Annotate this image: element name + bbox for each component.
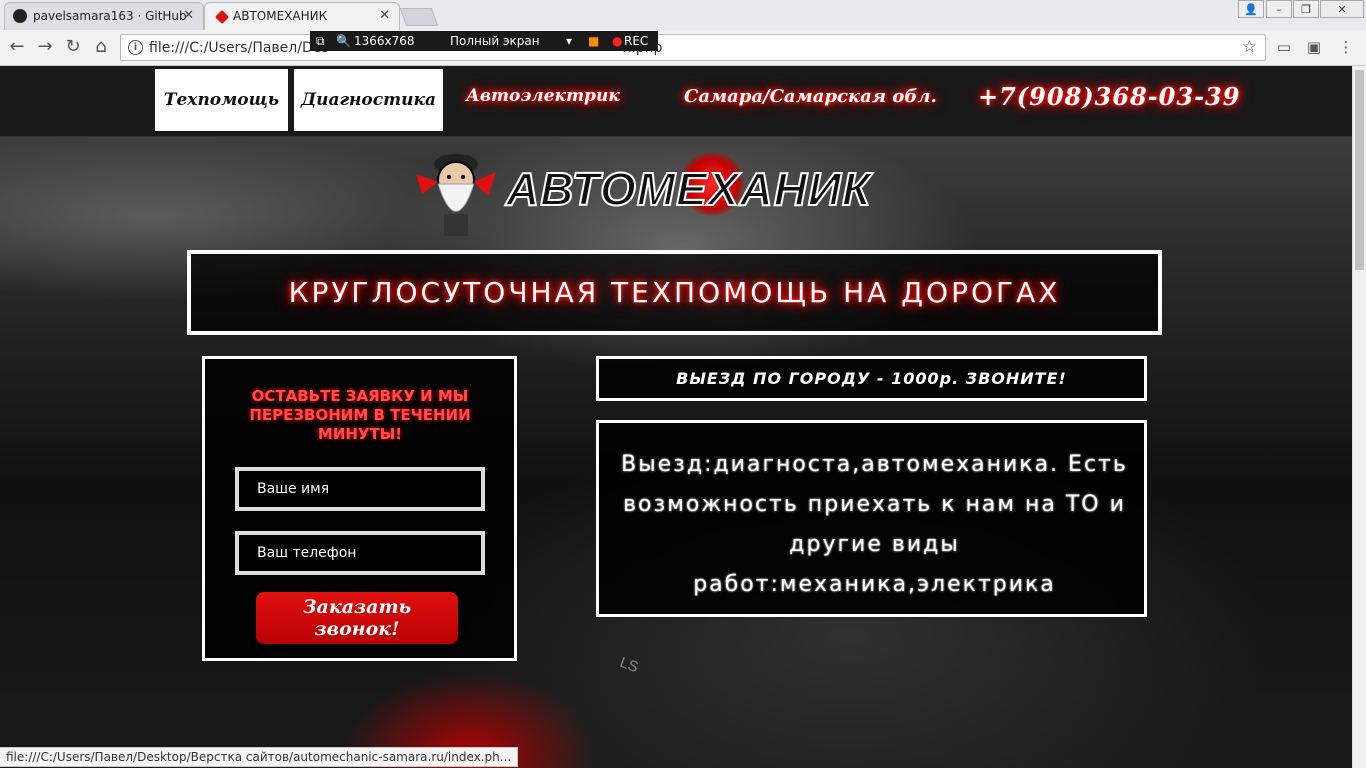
nav-autoelectric[interactable]: Автоэлектрик xyxy=(466,86,620,106)
back-arrow-icon[interactable]: ← xyxy=(6,36,28,58)
zoom-icon[interactable]: 🔍 xyxy=(336,34,351,48)
tab-automechanic[interactable]: АВТОМЕХАНИК ✕ xyxy=(204,2,400,30)
cast-icon[interactable]: ▭ xyxy=(1274,38,1294,56)
site-header: Техпомощь Диагностика Автоэлектрик Самар… xyxy=(0,66,1352,137)
status-bar: file:///C:/Users/Павел/Desktop/Верстка с… xyxy=(0,747,519,767)
nav-diagnostics[interactable]: Диагностика xyxy=(294,69,443,131)
home-icon[interactable]: ⌂ xyxy=(90,36,112,58)
page-scrollbar[interactable] xyxy=(1352,66,1366,768)
forward-arrow-icon[interactable]: → xyxy=(34,36,56,58)
extension-icon[interactable]: ▣ xyxy=(1304,38,1324,56)
nav-techhelp[interactable]: Техпомощь xyxy=(155,69,288,131)
screen-recorder-bar: ⧉ 🔍 1366x768 Полный экран ▾ ■ ● REC xyxy=(310,31,658,51)
address-url: file:///C:/Users/Павел/Des xyxy=(149,40,329,56)
menu-icon[interactable]: ⋮ xyxy=(1336,38,1356,56)
info-icon[interactable]: i xyxy=(128,40,143,55)
banner-headline: КРУГЛОСУТОЧНАЯ ТЕХПОМОЩЬ НА ДОРОГАХ xyxy=(288,276,1061,309)
site-logo[interactable]: АВТОМЕХАНИК xyxy=(408,144,872,242)
form-title: ОСТАВЬТЕ ЗАЯВКУ И МЫ ПЕРЕЗВОНИМ В ТЕЧЕНИ… xyxy=(249,387,471,443)
recorder-resolution: 1366x768 xyxy=(354,34,415,48)
chevron-down-icon[interactable]: ▾ xyxy=(566,34,572,48)
close-window-button[interactable]: ✕ xyxy=(1320,0,1364,18)
logo-text: АВТОМЕХАНИК xyxy=(505,162,872,216)
new-tab-button[interactable] xyxy=(399,8,439,26)
city-visit-text: ВЫЕЗД ПО ГОРОДУ - 1000р. ЗВОНИТЕ! xyxy=(676,369,1067,388)
reload-icon[interactable]: ↻ xyxy=(62,36,84,58)
restore-button[interactable]: ❐ xyxy=(1293,0,1319,18)
tab-strip: pavelsamara163 · GitHub ✕ АВТОМЕХАНИК ✕ … xyxy=(0,0,1366,30)
services-box: Выезд:диагноста,автомеханика. Есть возмо… xyxy=(596,420,1147,617)
page: Техпомощь Диагностика Автоэлектрик Самар… xyxy=(0,66,1352,768)
record-dot-icon[interactable]: ● xyxy=(612,34,622,48)
phone-number[interactable]: +7(908)368-03-39 xyxy=(978,82,1240,111)
recorder-window-icon[interactable]: ⧉ xyxy=(316,34,325,49)
bookmark-star-icon[interactable]: ☆ xyxy=(1242,37,1257,57)
tab-title: АВТОМЕХАНИК xyxy=(233,9,328,23)
tab-github[interactable]: pavelsamara163 · GitHub ✕ xyxy=(4,2,204,30)
city-visit-box: ВЫЕЗД ПО ГОРОДУ - 1000р. ЗВОНИТЕ! xyxy=(596,356,1147,401)
close-tab-icon[interactable]: ✕ xyxy=(379,8,390,23)
main-banner: КРУГЛОСУТОЧНАЯ ТЕХПОМОЩЬ НА ДОРОГАХ xyxy=(187,250,1162,335)
scrollbar-thumb[interactable] xyxy=(1355,70,1364,270)
order-call-button[interactable]: Заказать звонок! xyxy=(256,592,458,644)
tab-title: pavelsamara163 · GitHub xyxy=(33,9,187,23)
recorder-mode[interactable]: Полный экран xyxy=(450,34,540,48)
recorder-rec[interactable]: REC xyxy=(624,34,648,48)
minimize-button[interactable]: – xyxy=(1266,0,1292,18)
callback-form: ОСТАВЬТЕ ЗАЯВКУ И МЫ ПЕРЕЗВОНИМ В ТЕЧЕНИ… xyxy=(202,356,517,661)
site-favicon-icon xyxy=(214,9,230,25)
address-bar[interactable]: i file:///C:/Users/Павел/Des x.php ☆ xyxy=(120,34,1266,61)
browser-toolbar: ← → ↻ ⌂ i file:///C:/Users/Павел/Des x.p… xyxy=(0,30,1366,66)
services-text: Выезд:диагноста,автомеханика. Есть возмо… xyxy=(621,452,1128,597)
github-icon xyxy=(13,9,27,23)
profile-icon[interactable]: 👤 xyxy=(1238,0,1264,18)
mascot-icon xyxy=(416,154,496,236)
region-label: Самара/Самарская обл. xyxy=(684,86,937,107)
camera-icon[interactable]: ■ xyxy=(588,34,599,48)
phone-input[interactable] xyxy=(235,531,485,575)
name-input[interactable] xyxy=(235,467,485,511)
close-tab-icon[interactable]: ✕ xyxy=(183,8,194,23)
